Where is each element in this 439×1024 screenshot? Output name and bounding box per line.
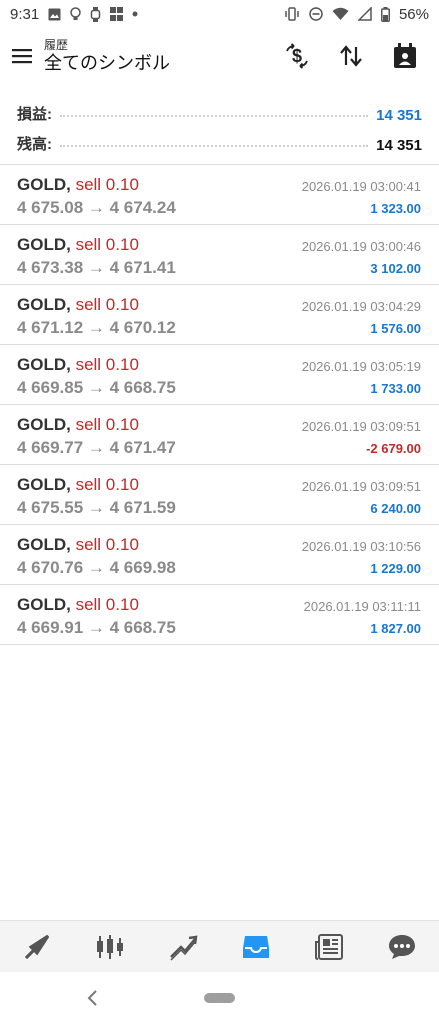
deal-time: 2026.01.19 03:11:11 xyxy=(303,599,421,614)
deal-side: sell 0.10 xyxy=(75,535,139,554)
deal-symbol: GOLD, xyxy=(17,535,71,554)
deal-symbol: GOLD, xyxy=(17,235,71,254)
dot-notification-icon xyxy=(132,11,138,17)
status-bar: 9:31 56% xyxy=(0,0,439,28)
quotes-icon xyxy=(24,934,49,959)
dotted-leader xyxy=(60,115,369,117)
deal-prices: 4 670.76 → 4 669.98 xyxy=(17,558,176,577)
header-titles: 履歴 全てのシンボル xyxy=(44,38,275,74)
chat-icon xyxy=(389,934,416,959)
deal-profit: 3 102.00 xyxy=(370,261,421,276)
deal-time: 2026.01.19 03:04:29 xyxy=(301,299,421,314)
deal-profit: 1 323.00 xyxy=(370,201,421,216)
bottom-navigation xyxy=(0,920,439,972)
hamburger-menu-icon[interactable] xyxy=(0,34,44,78)
back-chevron-icon[interactable] xyxy=(82,986,102,1010)
news-icon xyxy=(315,933,344,960)
deal-symbol: GOLD, xyxy=(17,415,71,434)
deal-side: sell 0.10 xyxy=(75,355,139,374)
deal-time: 2026.01.19 03:09:51 xyxy=(301,419,421,434)
nav-trade[interactable] xyxy=(159,925,207,969)
summary-panel: 損益: 14 351 残高: 14 351 xyxy=(0,94,439,154)
home-pill[interactable] xyxy=(204,993,235,1003)
deal-list: GOLD, sell 0.10 2026.01.19 03:00:41 4 67… xyxy=(0,164,439,645)
deal-symbol: GOLD, xyxy=(17,475,71,494)
do-not-disturb-icon xyxy=(309,7,323,21)
balance-row: 残高: 14 351 xyxy=(0,124,439,154)
deal-row[interactable]: GOLD, sell 0.10 2026.01.19 03:05:19 4 66… xyxy=(0,345,439,405)
pnl-row: 損益: 14 351 xyxy=(0,94,439,124)
balance-label: 残高: xyxy=(17,136,52,153)
vibrate-icon xyxy=(284,7,300,21)
currency-exchange-icon[interactable]: $ xyxy=(275,34,319,78)
image-notification-icon xyxy=(48,8,61,21)
deal-time: 2026.01.19 03:00:46 xyxy=(301,239,421,254)
signal-icon xyxy=(357,7,372,21)
watch-notification-icon xyxy=(90,6,101,22)
deal-prices: 4 669.91 → 4 668.75 xyxy=(17,618,176,637)
nav-chat[interactable] xyxy=(378,925,426,969)
deal-row[interactable]: GOLD, sell 0.10 2026.01.19 03:00:46 4 67… xyxy=(0,225,439,285)
history-inbox-icon xyxy=(243,935,270,958)
deal-row[interactable]: GOLD, sell 0.10 2026.01.19 03:09:51 4 66… xyxy=(0,405,439,465)
deal-profit: 1 827.00 xyxy=(370,621,421,636)
deal-row[interactable]: GOLD, sell 0.10 2026.01.19 03:10:56 4 67… xyxy=(0,525,439,585)
wifi-icon xyxy=(332,7,349,21)
system-navigation-bar xyxy=(0,972,439,1024)
deal-side: sell 0.10 xyxy=(75,235,139,254)
balance-value: 14 351 xyxy=(376,137,422,154)
deal-profit: 1 576.00 xyxy=(370,321,421,336)
deal-row[interactable]: GOLD, sell 0.10 2026.01.19 03:04:29 4 67… xyxy=(0,285,439,345)
deal-row[interactable]: GOLD, sell 0.10 2026.01.19 03:00:41 4 67… xyxy=(0,165,439,225)
battery-icon xyxy=(380,6,390,22)
deal-row[interactable]: GOLD, sell 0.10 2026.01.19 03:09:51 4 67… xyxy=(0,465,439,525)
deal-symbol: GOLD, xyxy=(17,175,71,194)
sort-arrows-icon[interactable] xyxy=(329,34,373,78)
status-time: 9:31 xyxy=(10,5,40,23)
deal-profit: 1 733.00 xyxy=(370,381,421,396)
chart-candles-icon xyxy=(96,934,123,959)
nav-quotes[interactable] xyxy=(13,925,61,969)
calendar-icon[interactable] xyxy=(383,34,427,78)
deal-side: sell 0.10 xyxy=(75,475,139,494)
app-bar: 履歴 全てのシンボル $ xyxy=(0,28,439,84)
deal-time: 2026.01.19 03:05:19 xyxy=(301,359,421,374)
dotted-leader xyxy=(60,145,369,147)
deal-profit: 6 240.00 xyxy=(370,501,421,516)
battery-percentage: 56% xyxy=(398,5,429,23)
deal-symbol: GOLD, xyxy=(17,295,71,314)
pnl-value: 14 351 xyxy=(376,107,422,124)
bulb-notification-icon xyxy=(70,6,81,22)
deal-time: 2026.01.19 03:09:51 xyxy=(301,479,421,494)
deal-side: sell 0.10 xyxy=(75,295,139,314)
nav-history[interactable] xyxy=(232,925,280,969)
deal-prices: 4 675.08 → 4 674.24 xyxy=(17,198,176,217)
deal-symbol: GOLD, xyxy=(17,355,71,374)
pnl-label: 損益: xyxy=(17,106,52,123)
svg-text:$: $ xyxy=(292,46,302,66)
deal-side: sell 0.10 xyxy=(75,415,139,434)
deal-profit: 1 229.00 xyxy=(370,561,421,576)
deal-prices: 4 671.12 → 4 670.12 xyxy=(17,318,176,337)
nav-chart[interactable] xyxy=(86,925,134,969)
deal-prices: 4 675.55 → 4 671.59 xyxy=(17,498,176,517)
deal-side: sell 0.10 xyxy=(75,175,139,194)
deal-time: 2026.01.19 03:10:56 xyxy=(301,539,421,554)
page-title[interactable]: 全てのシンボル xyxy=(44,52,275,74)
deal-time: 2026.01.19 03:00:41 xyxy=(301,179,421,194)
deal-prices: 4 673.38 → 4 671.41 xyxy=(17,258,176,277)
deal-side: sell 0.10 xyxy=(75,595,139,614)
page-subtitle: 履歴 xyxy=(44,38,69,52)
deal-row[interactable]: GOLD, sell 0.10 2026.01.19 03:11:11 4 66… xyxy=(0,585,439,645)
deal-prices: 4 669.77 → 4 671.47 xyxy=(17,438,176,457)
nav-news[interactable] xyxy=(305,925,353,969)
deal-profit: -2 679.00 xyxy=(366,441,421,456)
app-notification-icon xyxy=(110,6,124,22)
deal-symbol: GOLD, xyxy=(17,595,71,614)
deal-prices: 4 669.85 → 4 668.75 xyxy=(17,378,176,397)
trade-icon xyxy=(170,935,198,961)
